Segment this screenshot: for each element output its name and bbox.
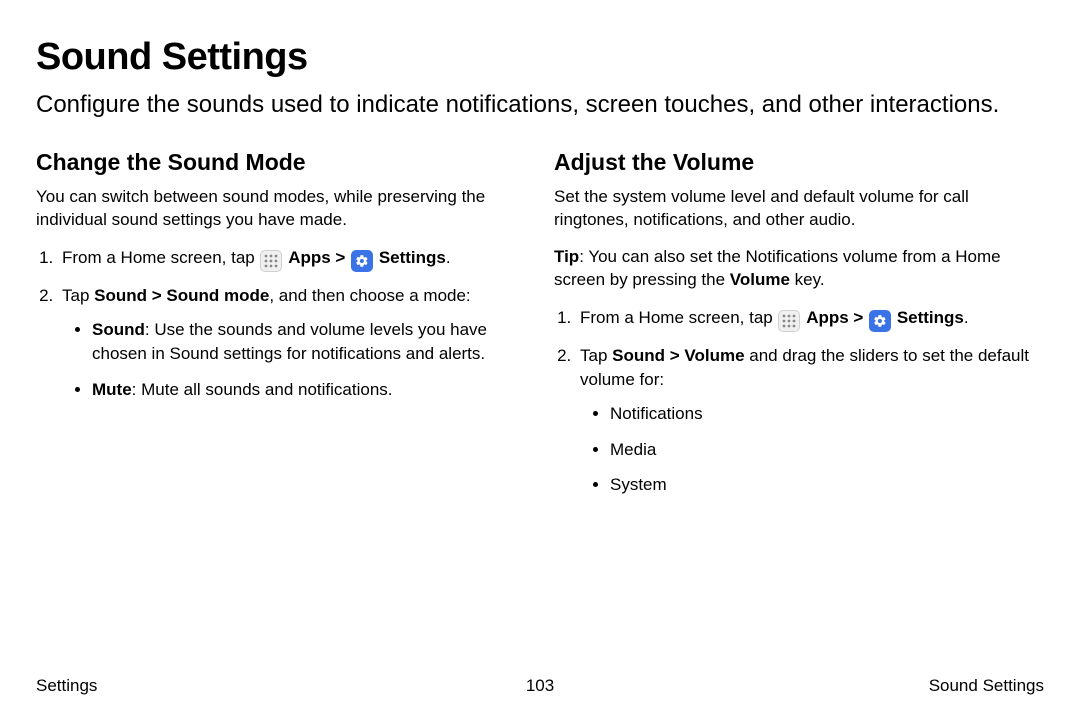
gear-icon <box>869 310 891 332</box>
right-column: Adjust the Volume Set the system volume … <box>554 149 1044 509</box>
step-item: Tap Sound > Sound mode, and then choose … <box>58 284 526 401</box>
tip-text: key. <box>790 270 825 289</box>
apps-icon <box>778 310 800 332</box>
bullet-text: : Use the sounds and volume levels you h… <box>92 320 487 363</box>
bullet-item: Sound: Use the sounds and volume levels … <box>92 318 526 366</box>
steps-list: From a Home screen, tap Apps > Settings.… <box>36 246 526 401</box>
footer-right: Sound Settings <box>929 676 1044 696</box>
page-footer: Settings 103 Sound Settings <box>36 676 1044 696</box>
apps-icon <box>260 250 282 272</box>
section-desc: You can switch between sound modes, whil… <box>36 186 526 232</box>
bullet-item: Media <box>610 438 1044 462</box>
section-heading-sound-mode: Change the Sound Mode <box>36 149 526 176</box>
chevron-text: > <box>331 248 350 267</box>
bullet-bold: Sound <box>92 320 145 339</box>
apps-label: Apps <box>288 248 331 267</box>
tip-volume-key: Volume <box>730 270 790 289</box>
step-text: , and then choose a mode: <box>269 286 470 305</box>
step-item: From a Home screen, tap Apps > Settings. <box>576 306 1044 332</box>
apps-label: Apps <box>806 308 849 327</box>
footer-page-number: 103 <box>526 676 554 696</box>
bullet-item: System <box>610 473 1044 497</box>
footer-left: Settings <box>36 676 97 696</box>
bullet-item: Notifications <box>610 402 1044 426</box>
settings-label: Settings <box>379 248 446 267</box>
step-text: From a Home screen, tap <box>580 308 777 327</box>
left-column: Change the Sound Mode You can switch bet… <box>36 149 526 509</box>
step-text: Tap <box>62 286 94 305</box>
bullet-bold: Mute <box>92 380 132 399</box>
tip-label: Tip <box>554 247 579 266</box>
step-bold: Sound > Volume <box>612 346 744 365</box>
step-text: . <box>446 248 451 267</box>
step-item: From a Home screen, tap Apps > Settings. <box>58 246 526 272</box>
bullet-list: Sound: Use the sounds and volume levels … <box>62 318 526 401</box>
content-columns: Change the Sound Mode You can switch bet… <box>36 149 1044 509</box>
page-title: Sound Settings <box>36 36 1044 79</box>
step-text: . <box>964 308 969 327</box>
step-text: From a Home screen, tap <box>62 248 259 267</box>
chevron-text: > <box>849 308 868 327</box>
bullet-item: Mute: Mute all sounds and notifications. <box>92 378 526 402</box>
settings-label: Settings <box>897 308 964 327</box>
step-item: Tap Sound > Volume and drag the sliders … <box>576 344 1044 497</box>
step-bold: Sound > Sound mode <box>94 286 269 305</box>
section-desc: Set the system volume level and default … <box>554 186 1044 232</box>
section-heading-volume: Adjust the Volume <box>554 149 1044 176</box>
tip-paragraph: Tip: You can also set the Notifications … <box>554 246 1044 292</box>
steps-list: From a Home screen, tap Apps > Settings.… <box>554 306 1044 497</box>
page-intro: Configure the sounds used to indicate no… <box>36 89 1044 121</box>
step-text: Tap <box>580 346 612 365</box>
bullet-text: : Mute all sounds and notifications. <box>132 380 393 399</box>
gear-icon <box>351 250 373 272</box>
bullet-list: Notifications Media System <box>580 402 1044 497</box>
